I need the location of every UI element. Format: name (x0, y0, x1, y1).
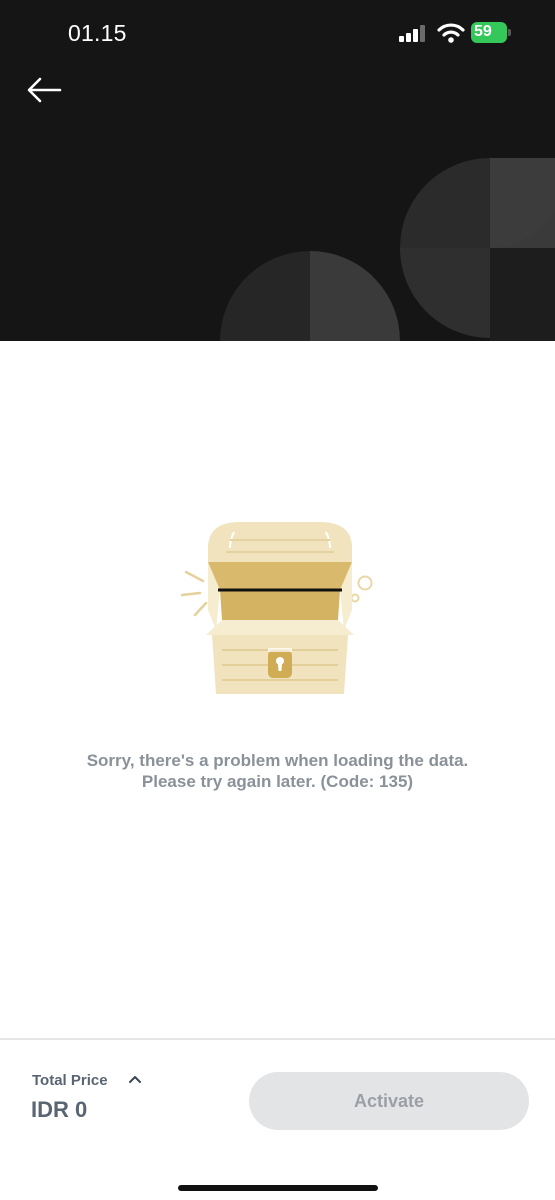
status-bar: 01.15 59 (0, 0, 555, 66)
treasure-chest-illustration (180, 522, 373, 694)
error-message: Sorry, there's a problem when loading th… (86, 751, 469, 791)
cellular-signal-icon (399, 25, 425, 42)
home-indicator (178, 1185, 378, 1191)
chevron-up-icon[interactable] (128, 1074, 142, 1084)
wifi-icon (437, 23, 465, 43)
empty-state: Sorry, there's a problem when loading th… (0, 510, 555, 791)
battery-level: 59 (474, 23, 492, 40)
battery-cap (508, 29, 511, 36)
arrow-left-icon (27, 77, 62, 103)
activate-button[interactable]: Activate (249, 1072, 529, 1130)
status-time: 01.15 (68, 20, 127, 46)
battery-icon: 59 (471, 22, 511, 43)
total-price-label[interactable]: Total Price (32, 1072, 108, 1089)
header-banner: 01.15 59 (0, 0, 555, 341)
total-price-value: IDR 0 (31, 1097, 88, 1122)
back-button[interactable] (22, 70, 66, 110)
footer-bar: Total Price IDR 0 Activate (0, 1038, 555, 1200)
